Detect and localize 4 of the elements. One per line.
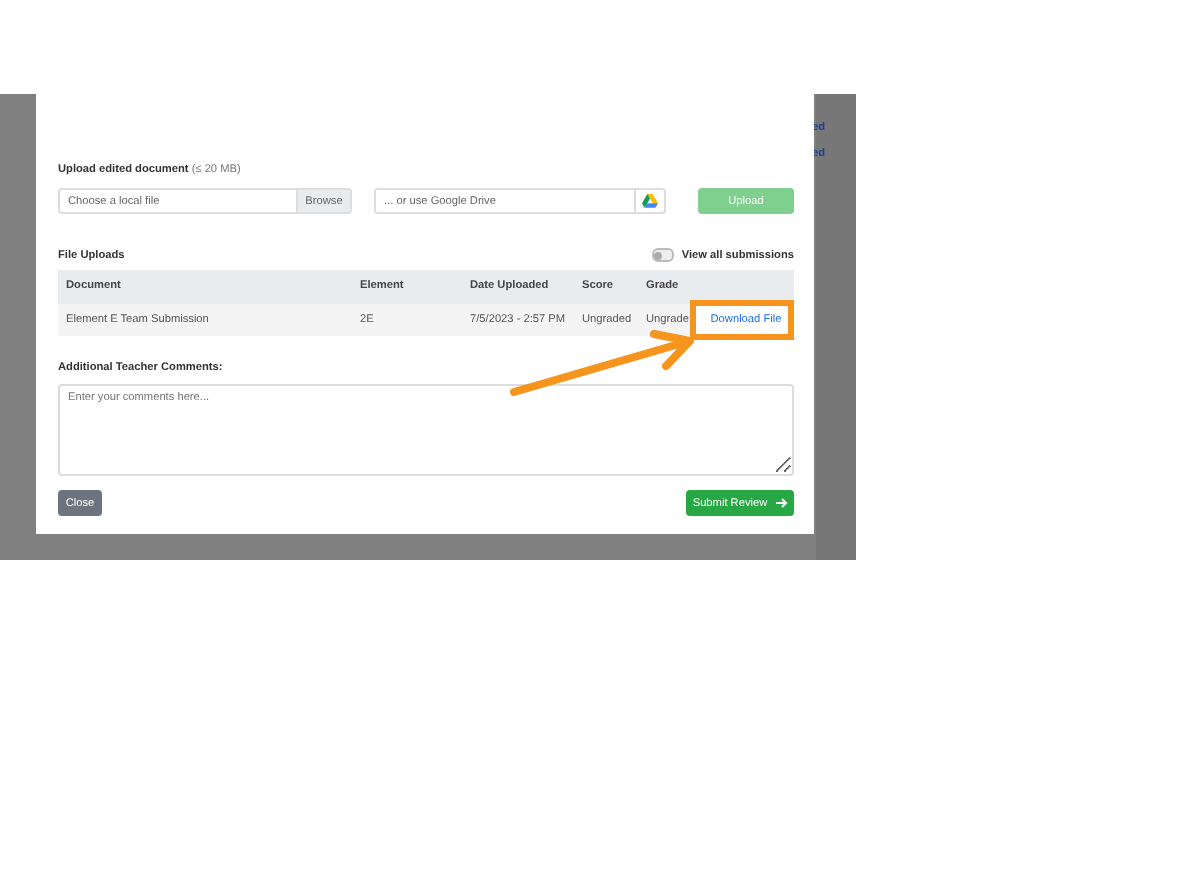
drive-icon	[642, 194, 658, 208]
arrow-right-icon	[775, 498, 788, 508]
drive-button[interactable]	[634, 190, 664, 212]
toggle-switch[interactable]	[651, 248, 674, 262]
